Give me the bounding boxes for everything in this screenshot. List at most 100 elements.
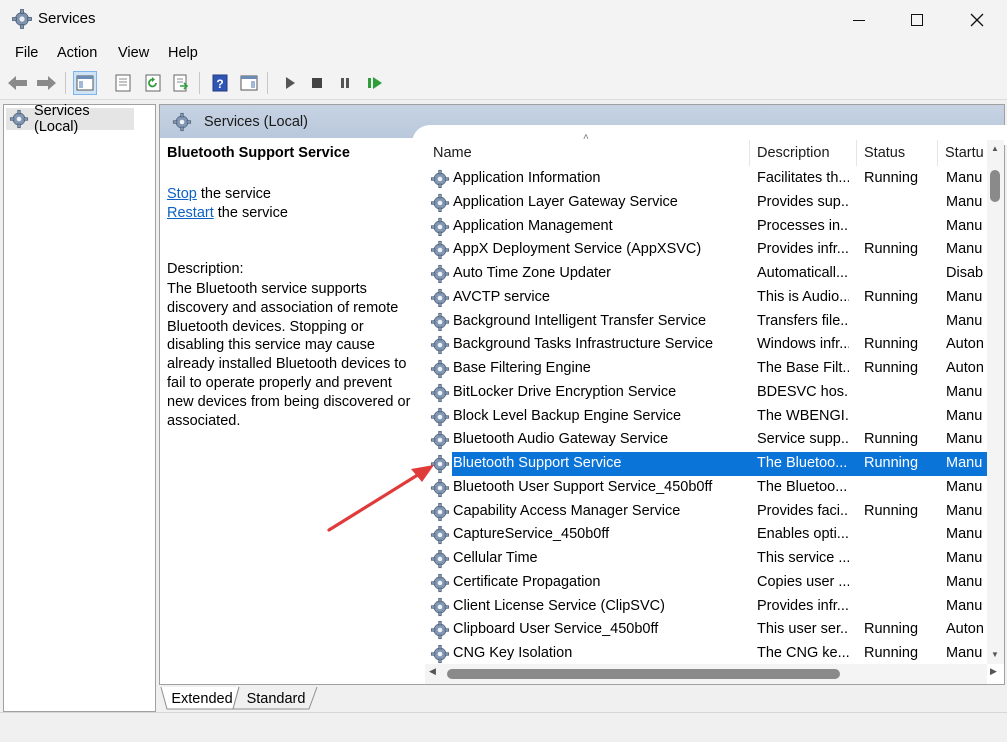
cell-description: Provides infr...	[757, 241, 849, 258]
stop-service-text: the service	[196, 186, 271, 202]
horizontal-scroll-thumb[interactable]	[447, 669, 840, 679]
show-hide-console-tree-button[interactable]	[73, 71, 97, 95]
tree-item-label: Services (Local)	[34, 103, 90, 135]
services-list: Application Information Facilitates th...…	[425, 167, 987, 664]
scroll-up-icon[interactable]: ▲	[990, 144, 1000, 154]
restart-service-link[interactable]: Restart	[167, 205, 214, 221]
scroll-right-icon[interactable]: ▶	[990, 666, 997, 677]
cell-startup-type: Disab	[946, 265, 984, 281]
annotation-arrow-icon	[327, 465, 434, 532]
cell-startup-type: Auton	[946, 621, 984, 638]
gear-icon	[430, 312, 450, 332]
table-row[interactable]: Capability Access Manager Service Provide…	[425, 500, 987, 524]
cell-name: CaptureService_450b0ff	[453, 526, 610, 543]
tree-item-services-local[interactable]: Services (Local)	[6, 103, 134, 135]
tab-standard[interactable]: Standard	[240, 688, 312, 710]
table-row[interactable]: Client License Service (ClipSVC) Provides…	[425, 595, 987, 619]
restart-service-button[interactable]	[363, 71, 387, 95]
vertical-scroll-thumb[interactable]	[990, 170, 1000, 202]
maximize-button[interactable]	[888, 0, 946, 40]
show-hide-action-pane-button[interactable]	[237, 71, 261, 95]
cell-description: The CNG ke...	[757, 645, 849, 661]
cell-description: Automaticall...	[757, 265, 849, 281]
scroll-down-icon[interactable]: ▼	[990, 650, 1000, 660]
column-header-description[interactable]: Description	[757, 140, 830, 166]
cell-name: Auto Time Zone Updater	[453, 265, 611, 281]
cell-status: Running	[864, 621, 919, 638]
restart-service-text: the service	[213, 205, 288, 221]
restart-service-icon	[368, 77, 382, 89]
close-button[interactable]	[948, 0, 1006, 40]
table-row[interactable]: Application Management Processes in... Man…	[425, 215, 987, 239]
stop-service-link[interactable]: Stop	[167, 186, 197, 202]
table-row[interactable]: BitLocker Drive Encryption Service BDESVC…	[425, 381, 987, 405]
pause-service-button[interactable]	[333, 71, 357, 95]
stop-service-button[interactable]	[305, 71, 329, 95]
status-bar	[0, 712, 1007, 742]
cell-description: Transfers file...	[757, 312, 849, 329]
vertical-scrollbar[interactable]	[987, 140, 1004, 664]
cell-startup-type: Manu	[946, 383, 983, 400]
cell-description: The Bluetoo...	[757, 455, 848, 471]
help-icon: ?	[212, 74, 228, 92]
console-tree-pane	[3, 104, 156, 712]
stop-service-line: Stop the service	[167, 186, 271, 202]
table-row-selected[interactable]: Bluetooth Support Service The Bluetoo... R…	[425, 452, 987, 476]
table-row[interactable]: Background Tasks Infrastructure Service W…	[425, 333, 987, 357]
cell-status: Running	[864, 288, 919, 305]
column-divider[interactable]	[749, 140, 750, 166]
table-row[interactable]: Base Filtering Engine The Base Filt... Run…	[425, 357, 987, 381]
tab-extended[interactable]: Extended	[166, 688, 238, 710]
gear-icon	[430, 549, 450, 569]
minimize-button[interactable]	[830, 0, 888, 40]
properties-button[interactable]	[111, 71, 135, 95]
table-row[interactable]: Certificate Propagation Copies user ... Ma…	[425, 571, 987, 595]
refresh-button[interactable]	[141, 71, 165, 95]
start-service-button[interactable]	[278, 71, 302, 95]
gear-icon	[430, 597, 450, 617]
column-header-status[interactable]: Status	[864, 140, 905, 166]
cell-name: Application Management	[453, 217, 613, 234]
table-row[interactable]: AVCTP service This is Audio... Running Manu	[425, 286, 987, 310]
help-button[interactable]: ?	[208, 71, 232, 95]
description-text: The Bluetooth service supports discovery…	[167, 281, 411, 429]
cell-name: CNG Key Isolation	[453, 645, 573, 661]
cell-startup-type: Manu	[946, 241, 983, 258]
cell-description: The WBENGI...	[757, 407, 849, 424]
table-row[interactable]: Clipboard User Service_450b0ff This user …	[425, 618, 987, 642]
cell-status: Running	[864, 502, 919, 519]
forward-button[interactable]	[34, 71, 58, 95]
table-row[interactable]: Background Intelligent Transfer Service T…	[425, 310, 987, 334]
menu-help[interactable]: Help	[168, 45, 198, 61]
table-row[interactable]: Cellular Time This service ... Manu	[425, 547, 987, 571]
table-row[interactable]: Block Level Backup Engine Service The WBE…	[425, 405, 987, 429]
cell-status: Running	[864, 455, 919, 471]
column-divider[interactable]	[856, 140, 857, 166]
scroll-left-icon[interactable]: ◀	[429, 666, 436, 677]
restart-service-line: Restart the service	[167, 205, 288, 221]
stop-service-icon	[312, 78, 322, 88]
export-list-button[interactable]	[169, 71, 193, 95]
table-row[interactable]: Application Layer Gateway Service Provide…	[425, 191, 987, 215]
back-button[interactable]	[6, 71, 30, 95]
cell-startup-type: Manu	[946, 170, 983, 186]
table-row[interactable]: CNG Key Isolation The CNG ke... Running Man…	[425, 642, 987, 664]
table-row[interactable]: CaptureService_450b0ff Enables opti... Man…	[425, 523, 987, 547]
cell-name: Cellular Time	[453, 550, 538, 566]
table-row[interactable]: Bluetooth Audio Gateway Service Service s…	[425, 428, 987, 452]
column-header-name[interactable]: Name	[433, 140, 472, 166]
cell-startup-type: Auton	[946, 360, 984, 376]
column-divider[interactable]	[937, 140, 938, 166]
table-row[interactable]: AppX Deployment Service (AppXSVC) Provide…	[425, 238, 987, 262]
table-row[interactable]: Bluetooth User Support Service_450b0ff Th…	[425, 476, 987, 500]
table-row[interactable]: Auto Time Zone Updater Automaticall... Dis…	[425, 262, 987, 286]
gear-icon	[430, 335, 450, 355]
column-header-startup-type[interactable]: Startu	[945, 140, 984, 166]
menu-action[interactable]: Action	[57, 45, 97, 61]
table-row[interactable]: Application Information Facilitates th...…	[425, 167, 987, 191]
menu-file[interactable]: File	[15, 45, 38, 61]
gear-icon	[430, 217, 450, 237]
menu-view[interactable]: View	[118, 45, 149, 61]
gear-icon	[172, 112, 192, 132]
sort-caret-icon: ˄	[583, 132, 589, 143]
